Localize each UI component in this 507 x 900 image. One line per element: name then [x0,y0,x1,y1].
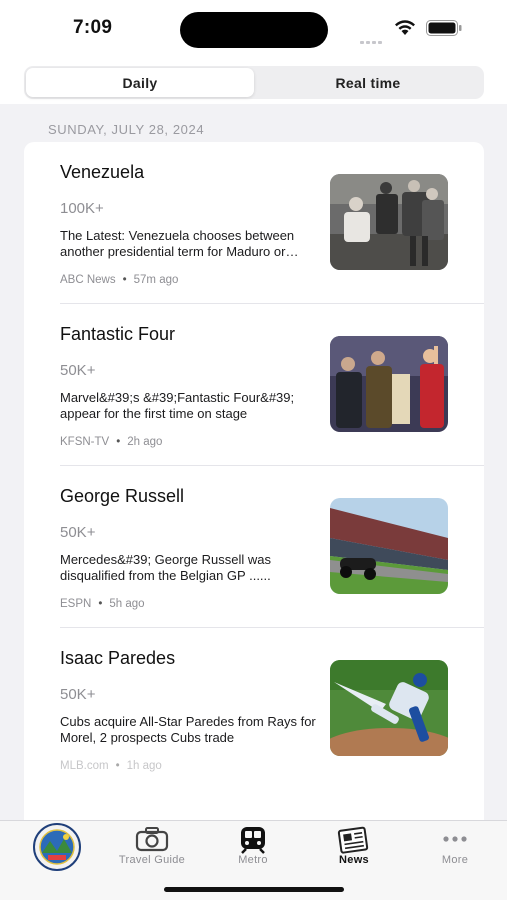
news-snippet: Cubs acquire All-Star Paredes from Rays … [60,714,316,745]
daily-realtime-segmented-control: Daily Real time [24,66,484,99]
cellular-signal-icon [360,31,386,44]
news-time: 5h ago [109,598,145,610]
city-seal-icon [28,823,86,871]
tab-label: Metro [238,854,268,866]
dynamic-island [180,12,328,48]
news-item-venezuela[interactable]: Venezuela 100K+ The Latest: Venezuela ch… [24,142,484,304]
status-bar: 7:09 [0,0,507,60]
news-item-isaac-paredes[interactable]: Isaac Paredes 50K+ Cubs acquire All-Star… [24,628,484,790]
news-title: Isaac Paredes [60,648,176,668]
camera-icon [135,826,169,857]
tab-label: Travel Guide [118,854,186,866]
news-title: Fantastic Four [60,324,176,344]
search-volume: 50K+ [60,524,96,541]
tab-label: More [441,854,469,866]
news-meta: ESPN • 5h ago [60,598,145,610]
news-meta: ABC News • 57m ago [60,274,179,286]
news-snippet: The Latest: Venezuela chooses between an… [60,228,295,259]
news-source: KFSN-TV [60,436,110,448]
news-content: SUNDAY, JULY 28, 2024 Venezuela 100K+ Th… [0,104,507,832]
search-volume: 50K+ [60,362,96,379]
wifi-icon [393,18,417,36]
news-source: ABC News [60,274,116,286]
news-thumbnail [330,174,448,270]
tab-more[interactable]: More [410,821,500,877]
news-time: 57m ago [133,274,179,286]
tab-metro[interactable]: Metro [208,821,298,877]
more-dots-icon [440,826,470,857]
battery-icon [426,20,462,36]
news-snippet: Marvel&#39;s &#39;Fantastic Four&#39; ap… [60,390,295,421]
news-source: MLB.com [60,760,109,772]
home-indicator [164,887,344,892]
news-title: George Russell [60,486,185,506]
search-volume: 50K+ [60,686,96,703]
search-volume: 100K+ [60,200,104,217]
status-time: 7:09 [73,17,113,38]
news-meta: MLB.com • 1h ago [60,760,162,772]
news-item-george-russell[interactable]: George Russell 50K+ Mercedes&#39; George… [24,466,484,628]
date-header: SUNDAY, JULY 28, 2024 [48,122,205,137]
news-meta: KFSN-TV • 2h ago [60,436,163,448]
news-thumbnail [330,336,448,432]
tab-label: News [339,854,369,866]
tab-home-seal[interactable] [6,821,96,877]
tab-news[interactable]: News [309,821,399,877]
news-source: ESPN [60,598,92,610]
news-item-fantastic-four[interactable]: Fantastic Four 50K+ Marvel&#39;s &#39;Fa… [24,304,484,466]
news-title: Venezuela [60,162,145,182]
tab-travel-guide[interactable]: Travel Guide [107,821,197,877]
news-thumbnail [330,660,448,756]
news-time: 1h ago [126,760,162,772]
segment-daily[interactable]: Daily [26,68,254,97]
news-thumbnail [330,498,448,594]
tab-bar: Travel Guide Metro News More [0,820,507,900]
news-snippet: Mercedes&#39; George Russell was disqual… [60,552,271,583]
segment-real-time[interactable]: Real time [254,68,482,97]
news-time: 2h ago [127,436,163,448]
news-list-card: Venezuela 100K+ The Latest: Venezuela ch… [24,142,484,832]
